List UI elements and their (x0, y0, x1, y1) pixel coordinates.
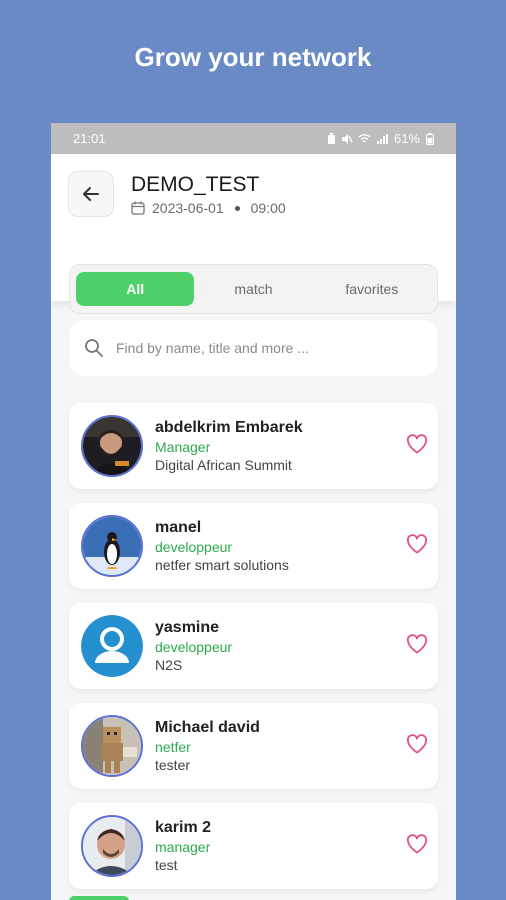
event-title: DEMO_TEST (131, 173, 260, 196)
arrow-left-icon (83, 187, 99, 201)
avatar (81, 815, 143, 877)
event-meta: 2023-06-01 09:00 (131, 200, 286, 216)
heart-icon[interactable] (406, 434, 428, 454)
contact-role: Manager (155, 439, 211, 455)
phone-screen: 21:01 61% DEMO_TEST 2023-06-01 09:00 All… (51, 123, 456, 900)
status-bar: 21:01 61% (51, 123, 456, 154)
wifi-icon (358, 133, 371, 145)
status-time: 21:01 (73, 131, 106, 146)
event-date: 2023-06-01 (152, 200, 224, 216)
avatar (81, 615, 143, 677)
contact-card[interactable]: Michael david netfer tester (69, 703, 438, 789)
event-header: DEMO_TEST 2023-06-01 09:00 All match fav… (51, 154, 456, 314)
battery-icon (426, 132, 434, 145)
contact-name: Michael david (155, 719, 260, 736)
contact-organization: Digital African Summit (155, 457, 292, 473)
heart-icon[interactable] (406, 634, 428, 654)
status-icons: 61% (327, 131, 434, 146)
back-button[interactable] (68, 171, 114, 217)
contact-card[interactable]: karim 2 manager test (69, 803, 438, 889)
filter-tabs: All match favorites (69, 264, 438, 314)
search-icon (85, 339, 103, 357)
heart-icon[interactable] (406, 534, 428, 554)
tab-favorites[interactable]: favorites (313, 272, 431, 306)
contact-list: abdelkrim Embarek Manager Digital Africa… (69, 403, 438, 900)
alarm-icon (327, 132, 336, 145)
contact-name: karim 2 (155, 819, 212, 836)
contact-organization: test (155, 857, 178, 873)
contact-name: manel (155, 519, 202, 536)
heart-icon[interactable] (406, 834, 428, 854)
contact-role: developpeur (155, 539, 233, 555)
contact-organization: netfer smart solutions (155, 557, 289, 573)
avatar (81, 715, 143, 777)
contact-role: netfer (155, 739, 191, 755)
contact-role: manager (155, 839, 211, 855)
contact-organization: N2S (155, 657, 183, 673)
separator-dot (234, 205, 240, 211)
search-input[interactable] (116, 340, 416, 356)
signal-icon (376, 133, 388, 145)
tab-all[interactable]: All (76, 272, 195, 306)
calendar-icon (131, 201, 145, 215)
tab-match[interactable]: match (194, 272, 312, 306)
contact-name: abdelkrim Embarek (155, 419, 303, 436)
event-time: 09:00 (250, 200, 286, 216)
contact-organization: tester (155, 757, 191, 773)
search-bar (70, 320, 437, 376)
mute-icon (341, 133, 353, 145)
page-headline: Grow your network (134, 42, 372, 72)
heart-icon[interactable] (406, 734, 428, 754)
contact-role: developpeur (155, 639, 233, 655)
contact-name: yasmine (155, 619, 220, 636)
contact-card[interactable]: yasmine developpeur N2S (69, 603, 438, 689)
contact-card[interactable]: manel developpeur netfer smart solutions (69, 503, 438, 589)
contact-card[interactable]: abdelkrim Embarek Manager Digital Africa… (69, 403, 438, 489)
bottom-action-button[interactable] (69, 896, 129, 900)
avatar (81, 415, 143, 477)
battery-percent: 61% (393, 131, 420, 146)
avatar (81, 515, 143, 577)
